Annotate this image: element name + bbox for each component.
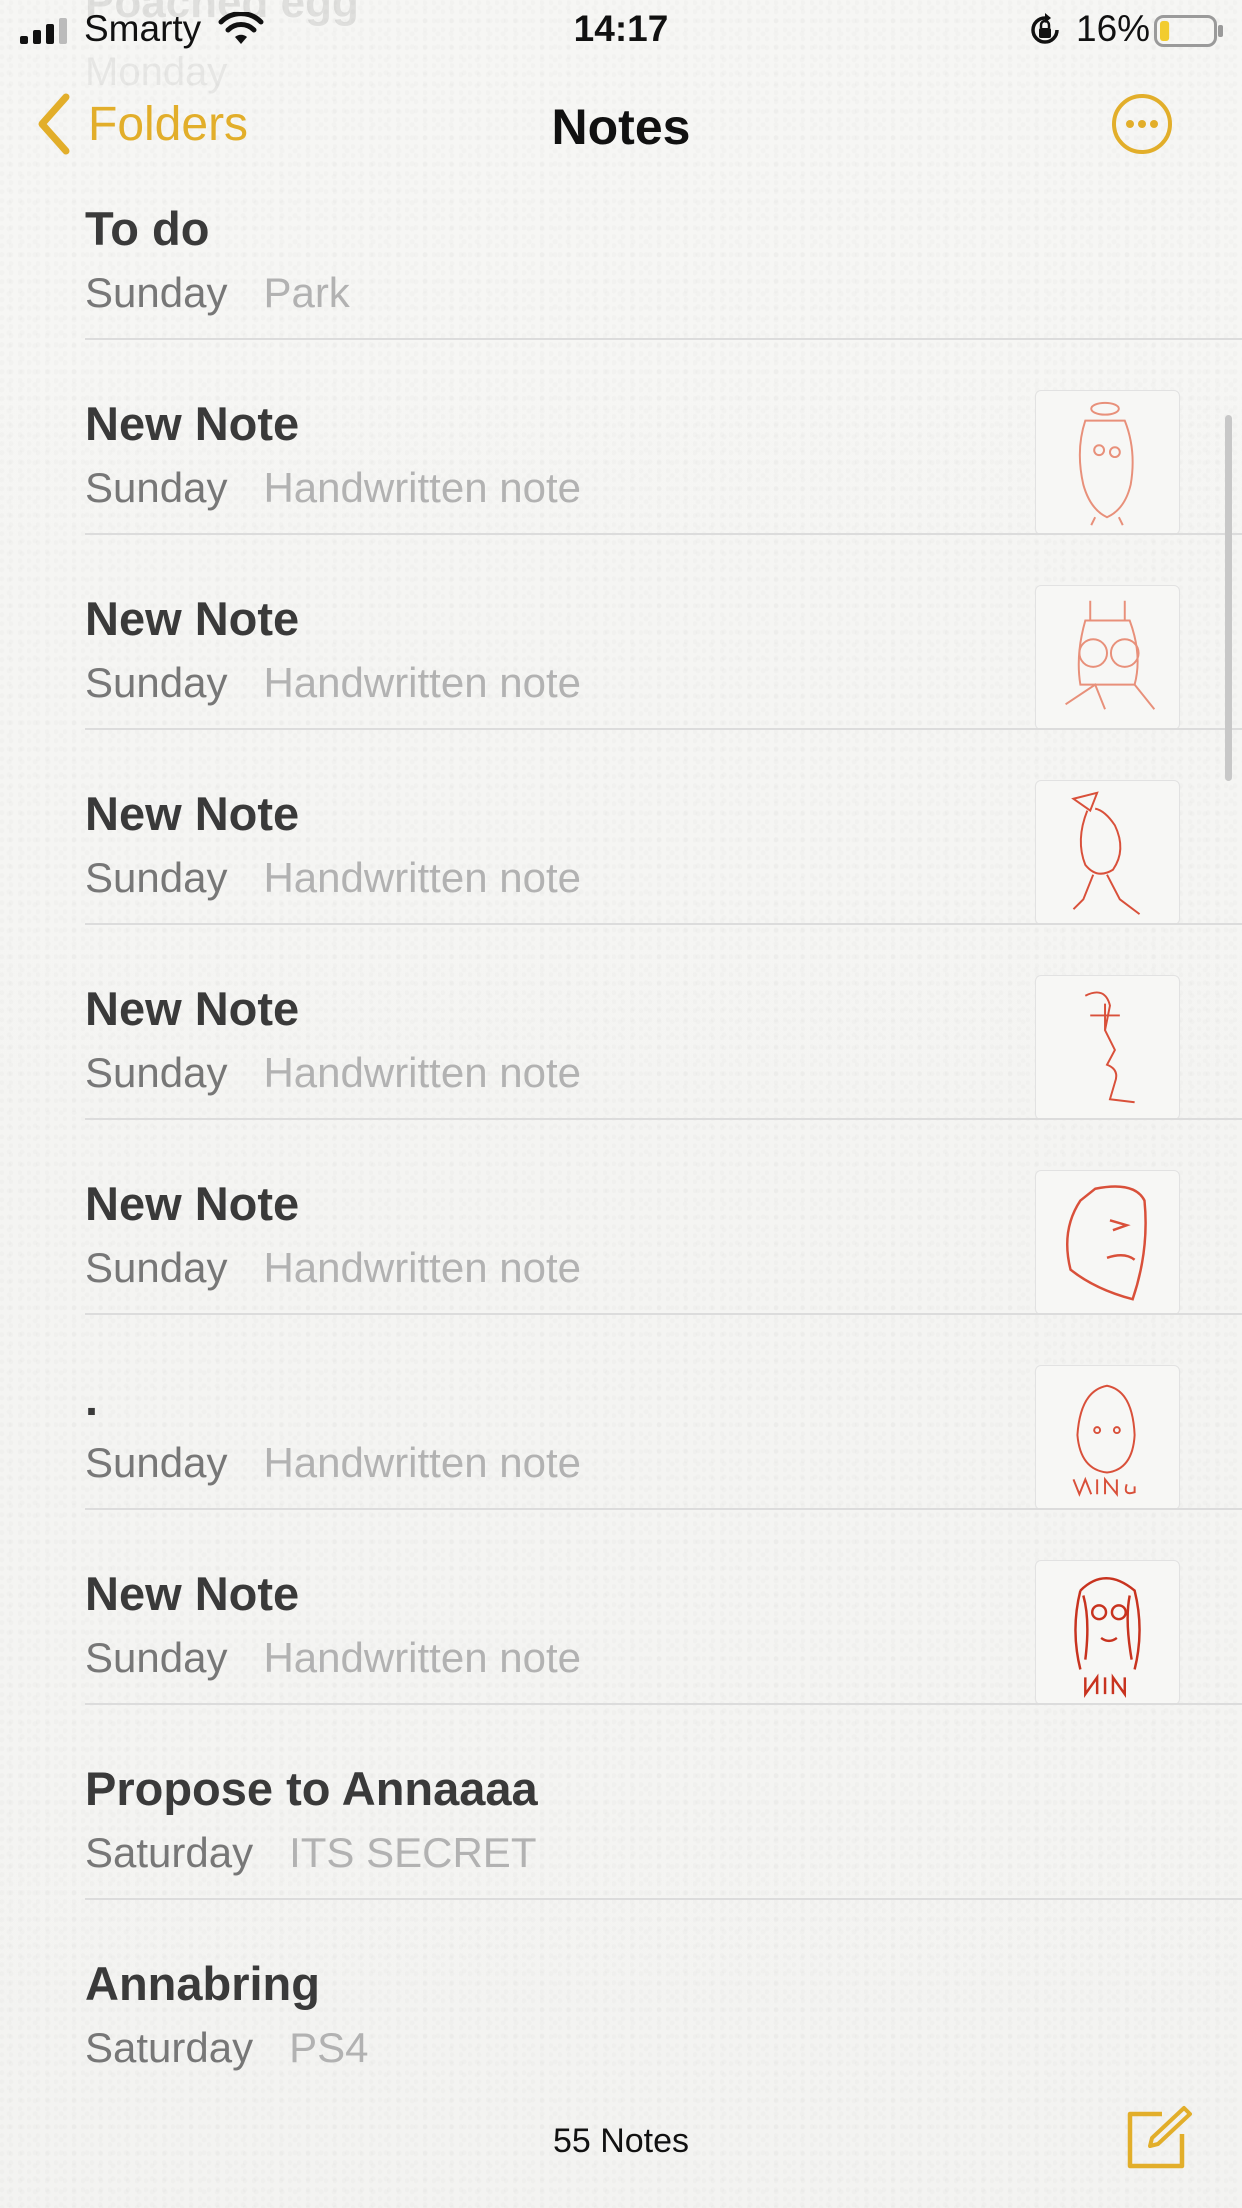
note-date: Sunday	[85, 464, 228, 511]
notes-list[interactable]: To do Sunday Park New Note Sunday Handwrit…	[0, 170, 1242, 2080]
note-row[interactable]: Annabring Saturday PS4	[0, 1900, 1242, 2080]
note-thumbnail	[1035, 975, 1180, 1120]
note-title: Propose to Annaaaa	[85, 1762, 538, 1815]
note-date: Sunday	[85, 854, 228, 901]
note-row[interactable]: New Note Sunday Handwritten note	[0, 1510, 1242, 1705]
more-options-icon[interactable]	[1110, 92, 1174, 156]
note-preview: ITS SECRET	[289, 1829, 537, 1876]
note-meta: Sunday Handwritten note	[85, 1244, 581, 1292]
note-date: Sunday	[85, 659, 228, 706]
note-title: New Note	[85, 592, 300, 645]
note-title: To do	[85, 202, 210, 255]
sketch-face-profile-thumbnail	[1084, 991, 1135, 1104]
note-meta: Sunday Handwritten note	[85, 1049, 581, 1097]
note-title: .	[85, 1372, 99, 1425]
note-title: New Note	[85, 982, 300, 1035]
bottom-toolbar: 55 Notes	[0, 2080, 1242, 2208]
note-preview: Handwritten note	[263, 854, 581, 901]
note-row[interactable]: New Note Sunday Handwritten note	[0, 730, 1242, 925]
sketch-figure-thumbnail	[1065, 600, 1156, 710]
navigation-bar: Folders Notes	[0, 62, 1242, 192]
note-row[interactable]: New Note Sunday Handwritten note	[0, 535, 1242, 730]
note-preview: Park	[263, 269, 350, 316]
note-thumbnail	[1035, 585, 1180, 730]
note-meta: Saturday ITS SECRET	[85, 1829, 536, 1877]
note-meta: Sunday Park	[85, 269, 350, 317]
note-preview: PS4	[289, 2024, 369, 2071]
notes-count: 55 Notes	[552, 2122, 690, 2160]
note-preview: Handwritten note	[263, 464, 581, 511]
compose-note-icon[interactable]	[1122, 2104, 1192, 2174]
rotation-lock-icon	[1031, 13, 1059, 44]
note-row[interactable]: Propose to Annaaaa Saturday ITS SECRET	[0, 1705, 1242, 1900]
note-preview: Handwritten note	[263, 1634, 581, 1681]
note-preview: Handwritten note	[263, 1439, 581, 1486]
note-date: Saturday	[85, 1829, 254, 1876]
sketch-egg-face-thumbnail	[1072, 1384, 1136, 1498]
note-preview: Handwritten note	[263, 659, 581, 706]
note-row[interactable]: New Note Sunday Handwritten note	[0, 1120, 1242, 1315]
note-meta: Sunday Handwritten note	[85, 464, 581, 512]
battery-percentage: 16%	[1076, 8, 1151, 49]
note-meta: Saturday PS4	[85, 2024, 369, 2072]
note-title: New Note	[85, 1177, 300, 1230]
battery-icon	[1154, 15, 1223, 47]
note-thumbnail	[1035, 780, 1180, 925]
status-bar: Poached egg Monday Smarty 14:17 16%	[0, 0, 1242, 94]
note-thumbnail	[1035, 390, 1180, 535]
sketch-walking-figure-thumbnail	[1071, 791, 1141, 915]
note-meta: Sunday Handwritten note	[85, 1439, 581, 1487]
note-row[interactable]: New Note Sunday Handwritten note	[0, 340, 1242, 535]
note-row[interactable]: To do Sunday Park	[0, 170, 1242, 340]
note-meta: Sunday Handwritten note	[85, 659, 581, 707]
note-thumbnail	[1035, 1170, 1180, 1315]
note-date: Sunday	[85, 1244, 228, 1291]
note-date: Sunday	[85, 1439, 228, 1486]
note-thumbnail	[1035, 1365, 1180, 1510]
note-thumbnail	[1035, 1560, 1180, 1705]
note-row[interactable]: New Note Sunday Handwritten note	[0, 925, 1242, 1120]
note-meta: Sunday Handwritten note	[85, 854, 581, 902]
note-title: New Note	[85, 397, 300, 450]
note-row[interactable]: . Sunday Handwritten note	[0, 1315, 1242, 1510]
note-meta: Sunday Handwritten note	[85, 1634, 581, 1682]
scrollbar[interactable]	[1225, 415, 1232, 781]
note-preview: Handwritten note	[263, 1049, 581, 1096]
note-date: Sunday	[85, 1049, 228, 1096]
note-title: New Note	[85, 787, 300, 840]
note-date: Saturday	[85, 2024, 254, 2071]
note-title: New Note	[85, 1567, 300, 1620]
sketch-face-outline-thumbnail	[1065, 1185, 1147, 1301]
page-title: Notes	[551, 99, 691, 155]
sketch-figure-thumbnail	[1078, 401, 1134, 526]
note-date: Sunday	[85, 269, 228, 316]
note-preview: Handwritten note	[263, 1244, 581, 1291]
note-date: Sunday	[85, 1634, 228, 1681]
note-title: Annabring	[85, 1957, 320, 2010]
sketch-girl-portrait-thumbnail	[1074, 1577, 1141, 1699]
